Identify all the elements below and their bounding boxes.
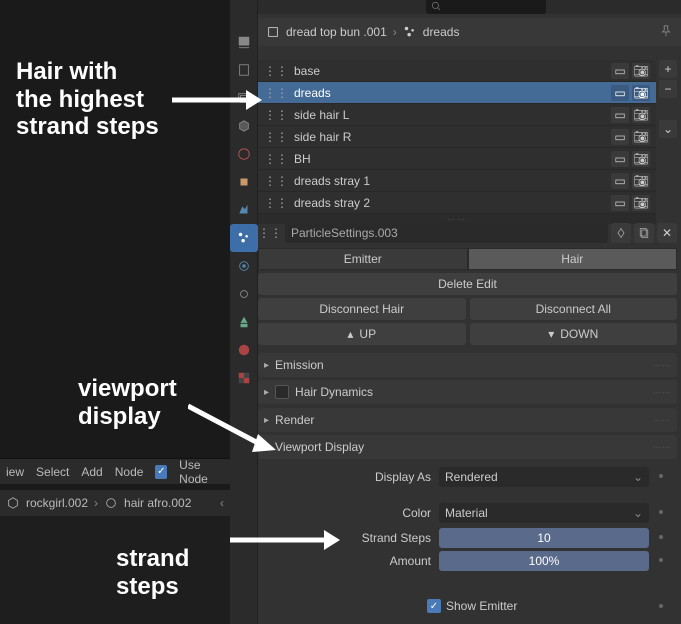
section-render[interactable]: ▸ Render ⋯⋯	[258, 408, 677, 432]
section-viewport-display[interactable]: ▾ Viewport Display ⋯⋯	[258, 435, 677, 459]
search-field[interactable]	[426, 0, 546, 14]
fake-user-button[interactable]	[611, 223, 631, 243]
render-icon[interactable]: 📷︎	[632, 129, 650, 145]
particle-list: ⋮⋮ base ▭📷︎ ⋮⋮ dreads ▭📷︎ ⋮⋮ side hair L…	[258, 60, 656, 224]
particle-icon: ⋮⋮	[264, 196, 288, 210]
menu-add[interactable]: Add	[81, 465, 102, 479]
display-icon[interactable]: ▭	[611, 195, 629, 211]
strand-steps-slider[interactable]: 10	[439, 528, 649, 548]
add-button[interactable]: +	[659, 60, 677, 78]
annotation-text: strandsteps	[116, 545, 189, 600]
particle-icon	[403, 25, 417, 39]
hair-dynamics-checkbox[interactable]	[275, 385, 289, 399]
annotation-arrow	[230, 528, 340, 552]
amount-slider[interactable]: 100%	[439, 551, 649, 571]
annotation-text: Hair withthe higheststrand steps	[16, 58, 159, 141]
material-icon	[104, 496, 118, 510]
delete-edit-button[interactable]: Delete Edit	[258, 273, 677, 295]
display-icon[interactable]: ▭	[611, 107, 629, 123]
menu-view[interactable]: iew	[6, 465, 24, 479]
constraint-tab-icon[interactable]	[230, 280, 258, 308]
render-icon[interactable]: 📷︎	[632, 107, 650, 123]
particle-row[interactable]: ⋮⋮ side hair R ▭📷︎	[258, 126, 656, 148]
unlink-button[interactable]: ✕	[657, 223, 677, 243]
breadcrumb-object[interactable]: dread top bun .001	[286, 25, 387, 39]
use-nodes-label: Use Node	[179, 458, 224, 486]
display-as-label: Display As	[331, 470, 431, 484]
strand-steps-label: Strand Steps	[331, 531, 431, 545]
display-icon[interactable]: ▭	[611, 151, 629, 167]
tab-hair[interactable]: Hair	[468, 248, 678, 270]
particle-icon: ⋮⋮	[264, 130, 288, 144]
particle-row[interactable]: ⋮⋮ dreads ▭📷︎	[258, 82, 656, 104]
color-dropdown[interactable]: Material	[439, 503, 649, 523]
particle-icon: ⋮⋮	[264, 174, 288, 188]
render-icon[interactable]: 📷︎	[632, 195, 650, 211]
particle-icon: ⋮⋮	[264, 64, 288, 78]
annotation-text: viewportdisplay	[78, 375, 177, 430]
particle-row[interactable]: ⋮⋮ BH ▭📷︎	[258, 148, 656, 170]
display-icon[interactable]: ▭	[611, 129, 629, 145]
mesh-icon	[6, 496, 20, 510]
menu-button[interactable]: ⌄	[659, 120, 677, 138]
menu-select[interactable]: Select	[36, 465, 69, 479]
new-settings-button[interactable]	[634, 223, 654, 243]
down-button[interactable]: ▾DOWN	[470, 323, 678, 345]
particle-row[interactable]: ⋮⋮ dreads stray 2 ▭📷︎	[258, 192, 656, 214]
amount-label: Amount	[331, 554, 431, 568]
annotation-arrow	[188, 400, 278, 456]
show-emitter-checkbox[interactable]: ✓	[427, 599, 441, 613]
particle-icon: ⋮⋮	[264, 152, 288, 166]
pin-icon[interactable]	[659, 24, 673, 41]
chevron-right-icon: ▸	[264, 360, 269, 371]
section-emission[interactable]: ▸ Emission ⋯⋯	[258, 353, 677, 377]
up-button[interactable]: ▴UP	[258, 323, 466, 345]
render-tab-icon[interactable]	[230, 28, 258, 56]
particle-icon: ⋮⋮	[258, 226, 282, 240]
render-icon[interactable]: 📷︎	[632, 151, 650, 167]
texture-tab-icon[interactable]	[230, 364, 258, 392]
object-tab-icon[interactable]	[230, 168, 258, 196]
particle-row[interactable]: ⋮⋮ base ▭📷︎	[258, 60, 656, 82]
physics-tab-icon[interactable]	[230, 252, 258, 280]
section-hair-dynamics[interactable]: ▸ Hair Dynamics ⋯⋯	[258, 380, 677, 404]
use-nodes-checkbox[interactable]: ✓	[155, 465, 167, 479]
mesh-icon	[266, 25, 280, 39]
world-tab-icon[interactable]	[230, 140, 258, 168]
bc-item[interactable]: rockgirl.002	[26, 496, 88, 510]
menu-node[interactable]: Node	[115, 465, 144, 479]
chevron-right-icon: ▸	[264, 387, 269, 398]
show-emitter-label: Show Emitter	[446, 599, 517, 613]
particle-row[interactable]: ⋮⋮ dreads stray 1 ▭📷︎	[258, 170, 656, 192]
display-icon[interactable]: ▭	[611, 63, 629, 79]
data-tab-icon[interactable]	[230, 308, 258, 336]
output-tab-icon[interactable]	[230, 56, 258, 84]
annotation-arrow	[172, 88, 262, 112]
disconnect-hair-button[interactable]: Disconnect Hair	[258, 298, 466, 320]
material-tab-icon[interactable]	[230, 336, 258, 364]
chevron-icon: ›	[393, 25, 397, 39]
particle-row[interactable]: ⋮⋮ side hair L ▭📷︎	[258, 104, 656, 126]
particle-icon: ⋮⋮	[264, 86, 288, 100]
tab-emitter[interactable]: Emitter	[258, 248, 468, 270]
color-label: Color	[331, 506, 431, 520]
scene-tab-icon[interactable]	[230, 112, 258, 140]
breadcrumb-system[interactable]: dreads	[423, 25, 460, 39]
render-icon[interactable]: 📷︎	[632, 85, 650, 101]
display-icon[interactable]: ▭	[611, 173, 629, 189]
remove-button[interactable]: −	[659, 80, 677, 98]
display-icon[interactable]: ▭	[611, 85, 629, 101]
settings-name-field[interactable]: ParticleSettings.003	[285, 223, 608, 243]
render-icon[interactable]: 📷︎	[632, 173, 650, 189]
bc-item[interactable]: hair afro.002	[124, 496, 191, 510]
display-as-dropdown[interactable]: Rendered	[439, 467, 649, 487]
render-icon[interactable]: 📷︎	[632, 63, 650, 79]
particle-icon: ⋮⋮	[264, 108, 288, 122]
modifier-tab-icon[interactable]	[230, 196, 258, 224]
disconnect-all-button[interactable]: Disconnect All	[470, 298, 678, 320]
particle-tab-icon[interactable]	[230, 224, 258, 252]
